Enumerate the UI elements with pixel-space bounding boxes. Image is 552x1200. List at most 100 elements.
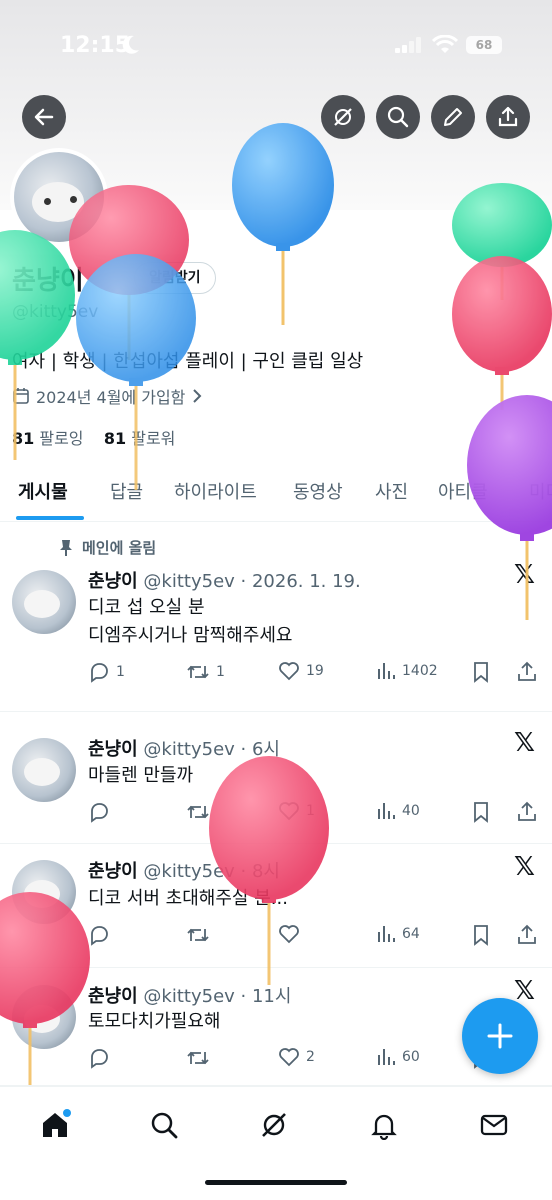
tab-replies[interactable]: 답글 bbox=[110, 478, 143, 504]
joined-text: 2024년 4월에 가입함 bbox=[36, 388, 186, 407]
profile-bio: 여자 | 학생 | 한섭아섭 플레이 | 구인 클립 일상 bbox=[12, 351, 364, 372]
tab-articles[interactable]: 아티클 bbox=[438, 478, 488, 504]
repost-button[interactable]: 1 bbox=[186, 661, 225, 683]
joined-date: 2024년 4월에 가입함 bbox=[12, 384, 203, 408]
post-header: 춘냥이 @kitty5ev · 8시 bbox=[88, 857, 280, 883]
nav-notifications[interactable] bbox=[364, 1105, 404, 1145]
status-time: 12:15 bbox=[60, 33, 131, 58]
followers-label: 팔로워 bbox=[131, 429, 176, 448]
post-text: 디엠주시거나 맘찍해주세요 bbox=[88, 625, 293, 646]
nav-grok[interactable] bbox=[254, 1105, 294, 1145]
nav-messages[interactable] bbox=[474, 1105, 514, 1145]
repost-button[interactable] bbox=[186, 801, 210, 823]
reply-button[interactable] bbox=[88, 924, 110, 946]
post-share-button[interactable] bbox=[516, 924, 538, 946]
profile-name: 춘냥이 bbox=[12, 266, 84, 296]
post-text: 마들렌 만들까 bbox=[88, 765, 194, 786]
views-button[interactable]: 1402 bbox=[376, 661, 438, 681]
tab-highlights[interactable]: 하이라이트 bbox=[174, 478, 257, 504]
reply-icon bbox=[91, 1049, 108, 1069]
back-button[interactable] bbox=[22, 95, 66, 139]
grok-button[interactable] bbox=[321, 95, 365, 139]
like-count: 19 bbox=[306, 663, 324, 679]
heart-icon bbox=[279, 1048, 299, 1067]
views-button[interactable]: 40 bbox=[376, 801, 420, 821]
grok-icon bbox=[262, 1113, 286, 1137]
post-meta: @kitty5ev · 2026. 1. 19. bbox=[143, 571, 361, 592]
reply-count: 1 bbox=[116, 664, 125, 680]
post-actions: 64 bbox=[88, 924, 540, 950]
reply-button[interactable] bbox=[88, 801, 110, 823]
post-text: 디코 섭 오실 분 bbox=[88, 597, 205, 618]
tab-posts[interactable]: 게시물 bbox=[18, 478, 68, 504]
back-arrow-icon bbox=[34, 108, 54, 126]
reply-icon bbox=[91, 663, 108, 683]
views-button[interactable]: 60 bbox=[376, 1047, 420, 1067]
bookmark-button[interactable] bbox=[472, 661, 490, 683]
like-button[interactable]: 1 bbox=[278, 801, 315, 821]
profile-avatar[interactable] bbox=[10, 148, 108, 246]
post-author[interactable]: 춘냥이 bbox=[88, 571, 138, 592]
mail-icon bbox=[480, 1114, 508, 1136]
like-count: 1 bbox=[306, 803, 315, 819]
post-avatar[interactable] bbox=[12, 738, 76, 802]
reply-button[interactable] bbox=[88, 1047, 110, 1069]
chevron-right-icon[interactable] bbox=[191, 388, 203, 404]
post-text: 토모다치가필요해 bbox=[88, 1011, 221, 1032]
follow-stats: 81 팔로잉 81 팔로워 bbox=[12, 425, 175, 449]
post-avatar[interactable] bbox=[12, 570, 76, 634]
post-share-button[interactable] bbox=[516, 801, 538, 823]
repost-button[interactable] bbox=[186, 924, 210, 946]
views-count: 1402 bbox=[402, 663, 438, 679]
like-button[interactable] bbox=[278, 924, 300, 944]
nav-search[interactable] bbox=[144, 1105, 184, 1145]
bookmark-icon bbox=[474, 925, 488, 946]
calendar-icon bbox=[13, 388, 29, 404]
views-icon bbox=[378, 1049, 395, 1065]
bookmark-icon bbox=[474, 802, 488, 823]
repost-button[interactable] bbox=[186, 1047, 210, 1069]
like-button[interactable]: 19 bbox=[278, 661, 324, 681]
plus-icon bbox=[487, 1023, 513, 1049]
tab-videos[interactable]: 동영상 bbox=[293, 478, 343, 504]
views-count: 40 bbox=[402, 803, 420, 819]
like-button[interactable]: 2 bbox=[278, 1047, 315, 1067]
search-button[interactable] bbox=[376, 95, 420, 139]
tab-photos[interactable]: 사진 bbox=[375, 478, 408, 504]
post-avatar[interactable] bbox=[12, 985, 76, 1049]
following-link[interactable]: 81 팔로잉 bbox=[12, 429, 84, 448]
moon-icon bbox=[122, 35, 139, 54]
x-logo-icon: 𝕏 bbox=[514, 728, 535, 758]
post-actions: 1 1 19 1402 bbox=[88, 661, 540, 687]
tab-media[interactable]: 미디어 bbox=[529, 478, 552, 504]
post-avatar[interactable] bbox=[12, 860, 76, 924]
compose-button[interactable] bbox=[462, 998, 538, 1074]
edit-button[interactable] bbox=[431, 95, 475, 139]
active-tab-indicator bbox=[16, 516, 84, 520]
followers-count: 81 bbox=[103, 429, 127, 448]
battery-indicator: 68 bbox=[466, 36, 502, 54]
post-author[interactable]: 춘냥이 bbox=[88, 986, 138, 1007]
followers-link[interactable]: 81 팔로워 bbox=[104, 429, 176, 448]
nav-home[interactable] bbox=[35, 1105, 75, 1145]
bookmark-icon bbox=[474, 662, 488, 683]
post-header: 춘냥이 @kitty5ev · 6시 bbox=[88, 735, 280, 761]
reply-icon bbox=[91, 803, 108, 823]
post-header: 춘냥이 @kitty5ev · 11시 bbox=[88, 982, 291, 1008]
like-count: 2 bbox=[306, 1049, 315, 1065]
bookmark-button[interactable] bbox=[472, 801, 490, 823]
post-author[interactable]: 춘냥이 bbox=[88, 739, 138, 760]
share-button[interactable] bbox=[486, 95, 530, 139]
post-share-button[interactable] bbox=[516, 661, 538, 683]
views-button[interactable]: 64 bbox=[376, 924, 420, 944]
status-bar: 12:15 68 bbox=[0, 0, 552, 92]
share-icon bbox=[518, 924, 536, 944]
post-author[interactable]: 춘냥이 bbox=[88, 861, 138, 882]
subscribe-button[interactable]: 알림받기 bbox=[134, 262, 216, 294]
views-icon bbox=[378, 663, 395, 679]
bookmark-button[interactable] bbox=[472, 924, 490, 946]
x-logo-icon: 𝕏 bbox=[514, 852, 535, 882]
profile-handle: @kitty5ev bbox=[12, 302, 99, 322]
home-indicator bbox=[205, 1180, 347, 1185]
reply-button[interactable]: 1 bbox=[88, 661, 125, 683]
